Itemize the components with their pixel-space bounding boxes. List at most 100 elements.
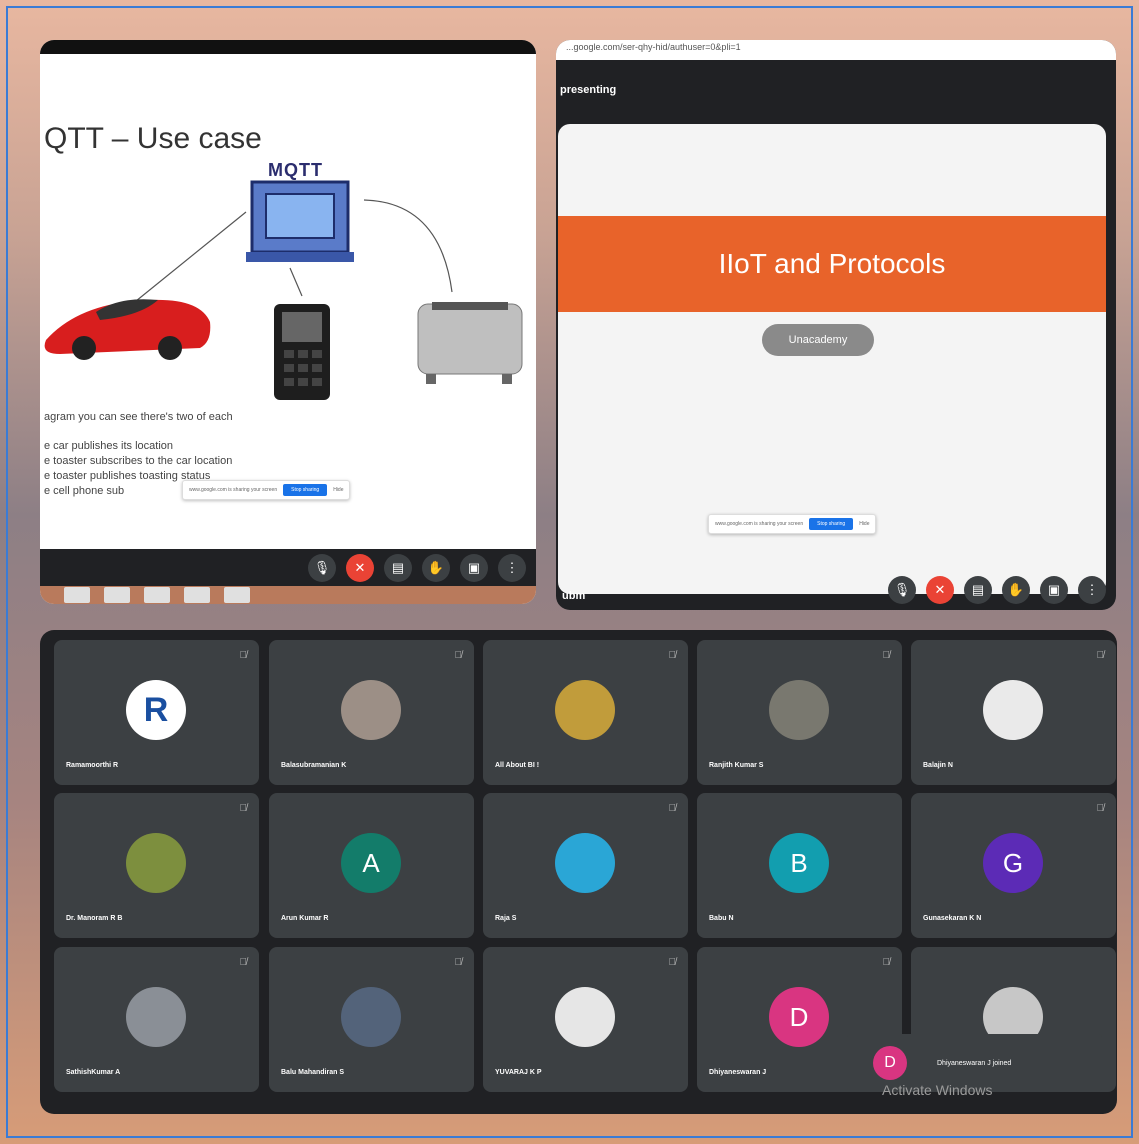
right-screen-share: ...google.com/ser-qhy-hid/authuser=0&pli… <box>556 40 1116 610</box>
participant-name: All About BI ! <box>495 762 540 769</box>
mic-muted-icon: 🎙̸ <box>1096 803 1105 814</box>
toast-avatar: D <box>873 1046 907 1080</box>
avatar: G <box>983 833 1043 893</box>
participant-grid: 🎙̸ R Ramamoorthi R 🎙̸ Balasubramanian K … <box>40 630 1117 1114</box>
avatar: D <box>769 987 829 1047</box>
avatar <box>341 680 401 740</box>
presenting-label: presenting <box>556 76 1116 106</box>
avatar <box>769 680 829 740</box>
share-banner-text: www.google.com is sharing your screen <box>189 487 278 493</box>
slide-logo-pill: Unacademy <box>762 324 874 356</box>
participant-name: Dhiyaneswaran J <box>709 1069 767 1076</box>
participant-tile[interactable]: 🎙̸ Ranjith Kumar S <box>697 640 902 785</box>
mic-muted-icon: 🎙̸ <box>668 957 677 968</box>
participant-tile[interactable]: 🎙̸ Dr. Manoram R B <box>54 793 259 938</box>
hide-button[interactable]: Hide <box>333 487 343 493</box>
raise-hand-button[interactable]: ✋ <box>1002 576 1030 604</box>
left-screen-share: QTT – Use case MQTT agram you can see th… <box>40 40 536 604</box>
participant-name: Arun Kumar R <box>281 915 329 922</box>
participant-tile[interactable]: 🎙̸ Balu Mahandiran S <box>269 947 474 1092</box>
mic-muted-icon: 🎙̸ <box>454 650 463 661</box>
bullet-intro: agram you can see there's two of each <box>44 411 233 423</box>
participant-tile[interactable]: B Babu N <box>697 793 902 938</box>
slide-title: QTT – Use case <box>44 122 262 155</box>
participant-tile[interactable]: 🎙̸ All About BI ! <box>483 640 688 785</box>
bullet-item: e car publishes its location <box>44 440 174 452</box>
participant-tile[interactable]: 🎙̸ SathishKumar A <box>54 947 259 1092</box>
right-control-bar: 🎙 ✕ ▤ ✋ ▣ ⋮ <box>556 570 1116 610</box>
bullet-item: e toaster subscribes to the car location <box>44 455 233 467</box>
mic-button[interactable]: 🎙 <box>888 576 916 604</box>
participant-tile[interactable]: 🎙̸ YUVARAJ K P <box>483 947 688 1092</box>
presenter-name: ubm <box>562 590 586 602</box>
mic-muted-icon: 🎙̸ <box>882 957 891 968</box>
participant-name: Balajin N <box>923 762 953 769</box>
avatar <box>126 833 186 893</box>
participant-name: Raja S <box>495 915 517 922</box>
avatar: R <box>126 680 186 740</box>
participant-name: Babu N <box>709 915 734 922</box>
participant-name: Ranjith Kumar S <box>709 762 764 769</box>
avatar <box>126 987 186 1047</box>
slide-title-band: IIoT and Protocols <box>558 216 1106 312</box>
share-banner: www.google.com is sharing your screen St… <box>708 514 877 534</box>
present-button[interactable]: ▣ <box>460 553 488 582</box>
participant-name: SathishKumar A <box>66 1069 121 1076</box>
participant-name: Balasubramanian K <box>281 762 347 769</box>
share-banner: www.google.com is sharing your screen St… <box>182 480 351 500</box>
left-control-bar: 🎙 ✕ ▤ ✋ ▣ ⋮ <box>40 549 536 586</box>
participant-tile[interactable]: A Arun Kumar R <box>269 793 474 938</box>
camera-off-button[interactable]: ✕ <box>926 576 954 604</box>
broker-computer-icon <box>246 180 354 262</box>
avatar <box>555 987 615 1047</box>
avatar <box>555 680 615 740</box>
participant-tile[interactable]: 🎙̸ Raja S <box>483 793 688 938</box>
avatar: B <box>769 833 829 893</box>
windows-taskbar <box>40 586 536 604</box>
mic-muted-icon: 🎙̸ <box>239 803 248 814</box>
captions-button[interactable]: ▤ <box>964 576 992 604</box>
car-icon <box>44 299 211 360</box>
stop-sharing-button[interactable]: Stop sharing <box>809 518 854 530</box>
taskbar-app-icon[interactable] <box>104 587 130 603</box>
participant-name: Gunasekaran K N <box>923 915 982 922</box>
taskbar-app-icon[interactable] <box>64 587 90 603</box>
mic-muted-icon: 🎙̸ <box>239 650 248 661</box>
mic-muted-icon: 🎙̸ <box>239 957 248 968</box>
participant-name: Balu Mahandiran S <box>281 1069 345 1076</box>
taskbar-chrome-icon[interactable] <box>144 587 170 603</box>
phone-icon <box>274 304 330 400</box>
mic-muted-icon: 🎙̸ <box>668 650 677 661</box>
taskbar-app-icon[interactable] <box>184 587 210 603</box>
camera-off-button[interactable]: ✕ <box>346 553 374 582</box>
mic-muted-icon: 🎙̸ <box>1096 650 1105 661</box>
captions-button[interactable]: ▤ <box>384 553 412 582</box>
mic-button[interactable]: 🎙 <box>308 553 336 582</box>
mic-muted-icon: 🎙̸ <box>668 803 677 814</box>
mic-muted-icon: 🎙̸ <box>454 957 463 968</box>
participant-tile[interactable]: 🎙̸ Balasubramanian K <box>269 640 474 785</box>
participant-tile[interactable]: 🎙̸ Balajin N <box>911 640 1116 785</box>
hide-button[interactable]: Hide <box>859 521 869 527</box>
toast-message: Dhiyaneswaran J joined <box>937 1059 1012 1067</box>
avatar <box>983 680 1043 740</box>
stop-sharing-button[interactable]: Stop sharing <box>283 484 328 496</box>
participant-tile[interactable]: 🎙̸ R Ramamoorthi R <box>54 640 259 785</box>
activate-windows-watermark: Activate Windows <box>882 1082 993 1098</box>
taskbar-pdf-icon[interactable] <box>224 587 250 603</box>
participant-name: Dr. Manoram R B <box>66 915 123 922</box>
more-options-button[interactable]: ⋮ <box>498 553 526 582</box>
participant-name: Ramamoorthi R <box>66 762 119 769</box>
participant-name: YUVARAJ K P <box>495 1069 542 1076</box>
avatar <box>555 833 615 893</box>
more-options-button[interactable]: ⋮ <box>1078 576 1106 604</box>
right-slide: IIoT and Protocols Unacademy www.google.… <box>558 124 1106 594</box>
left-share-topbar <box>40 40 536 54</box>
present-button[interactable]: ▣ <box>1040 576 1068 604</box>
share-banner-text: www.google.com is sharing your screen <box>715 521 804 527</box>
url-bar[interactable]: ...google.com/ser-qhy-hid/authuser=0&pli… <box>556 40 1116 60</box>
raise-hand-button[interactable]: ✋ <box>422 553 450 582</box>
participant-tile[interactable]: 🎙̸ G Gunasekaran K N <box>911 793 1116 938</box>
mqtt-diagram <box>44 180 523 400</box>
avatar <box>341 987 401 1047</box>
